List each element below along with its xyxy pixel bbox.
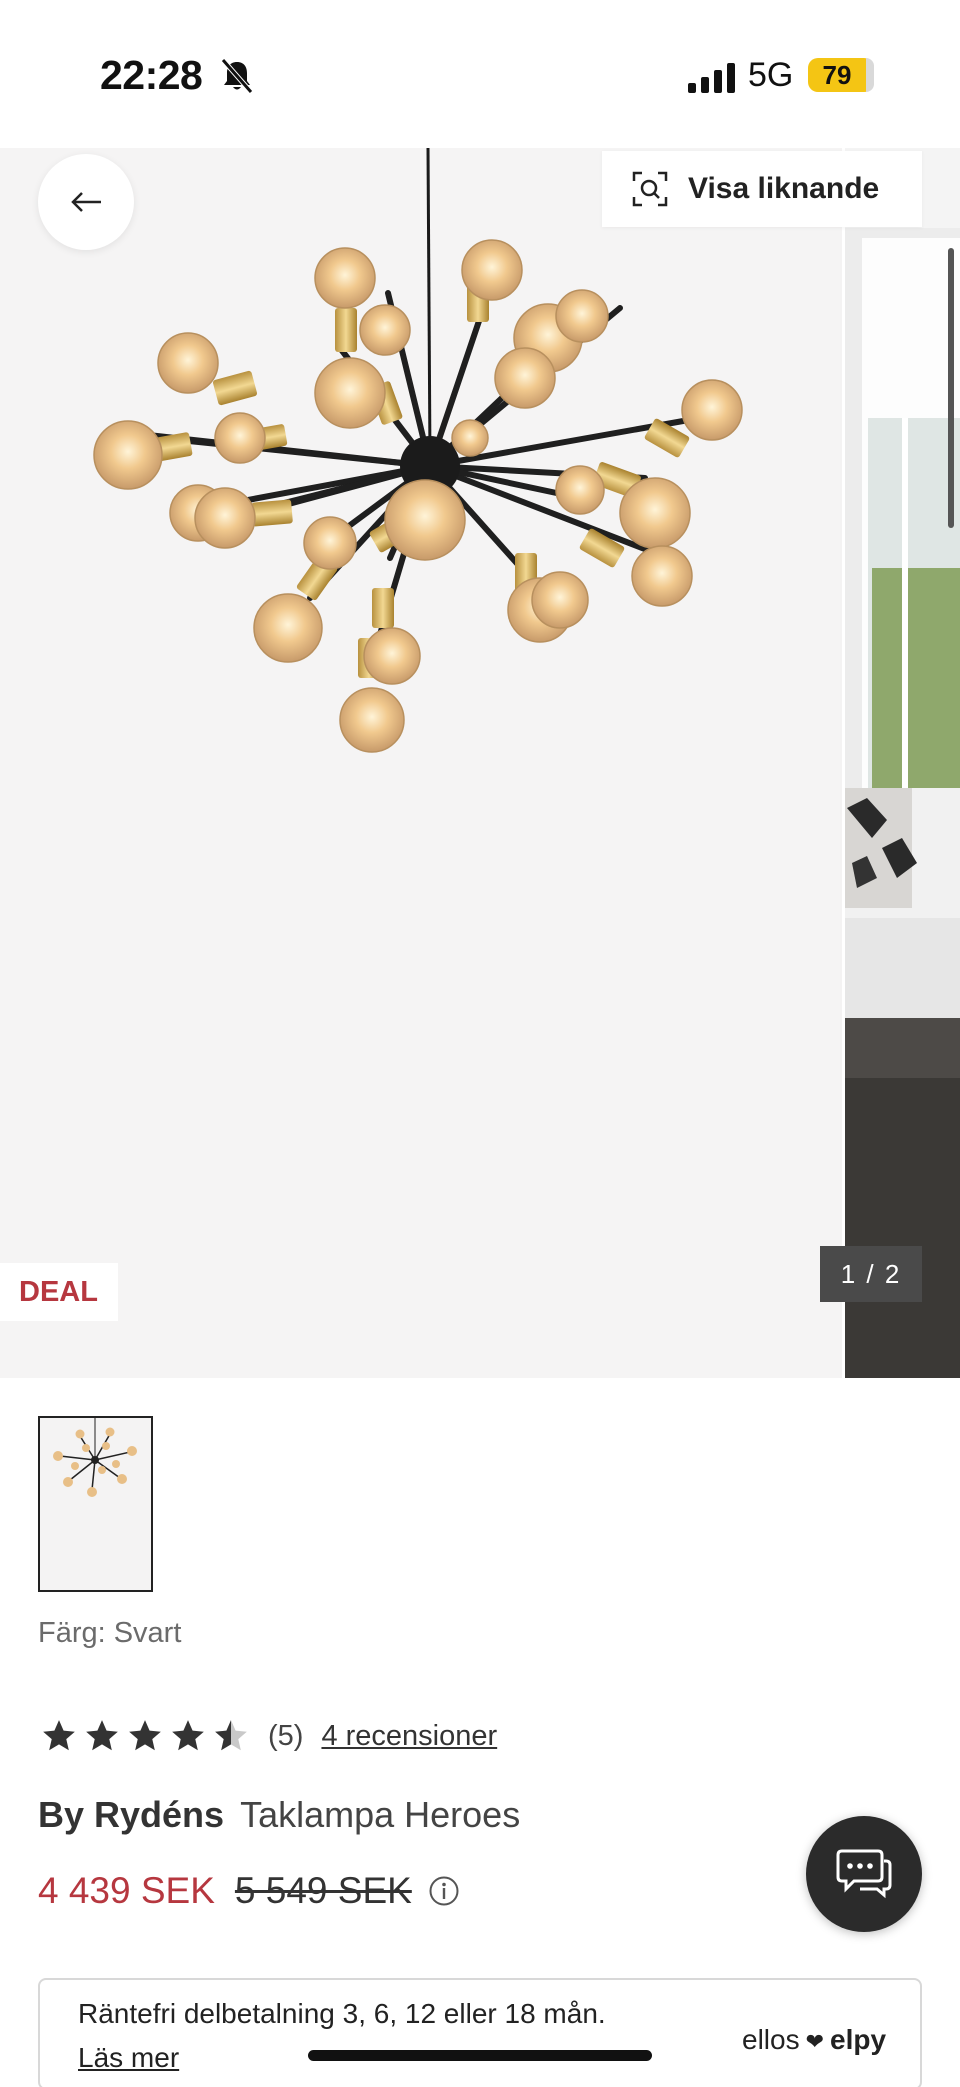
- home-indicator[interactable]: [308, 2050, 652, 2061]
- sale-price: 4 439 SEK: [38, 1870, 215, 1911]
- show-similar-label: Visa liknande: [688, 172, 880, 205]
- product-main-image[interactable]: [0, 148, 840, 1378]
- status-time: 22:28: [100, 52, 203, 98]
- network-label: 5G: [748, 56, 794, 94]
- star-full-icon: [86, 1720, 118, 1751]
- product-name: Taklampa Heroes: [240, 1794, 521, 1835]
- product-image-gallery[interactable]: Visa liknande DEAL 1 / 2: [0, 148, 960, 1378]
- product-thumbnail[interactable]: [38, 1416, 153, 1592]
- financing-text: Räntefri delbetalning 3, 6, 12 eller 18 …: [78, 1998, 606, 2029]
- original-price: 5 549 SEK: [234, 1870, 412, 1911]
- back-button[interactable]: [38, 154, 134, 250]
- heart-icon: ❤: [805, 2029, 825, 2054]
- chat-bubbles-icon: [836, 1849, 892, 1899]
- chandelier-illustration: [93, 148, 743, 753]
- financing-box: Räntefri delbetalning 3, 6, 12 eller 18 …: [38, 1978, 922, 2087]
- read-more-link[interactable]: Läs mer: [78, 2042, 179, 2074]
- product-rating: (5) 4 recensioner: [40, 1714, 497, 1758]
- show-similar-button[interactable]: Visa liknande: [602, 151, 922, 227]
- battery-empty-part: [866, 58, 874, 92]
- reviews-link[interactable]: 4 recensioner: [321, 1720, 497, 1753]
- battery-level: 79: [822, 60, 852, 90]
- ellos-logo-text: ellos: [742, 2024, 800, 2055]
- arrow-left-icon: [71, 192, 101, 212]
- chat-button[interactable]: [806, 1816, 922, 1932]
- status-bar: 22:28 5G 79: [0, 0, 960, 148]
- info-icon[interactable]: [428, 1875, 460, 1907]
- star-full-icon: [129, 1720, 161, 1751]
- color-selection: Färg: Svart: [38, 1617, 181, 1650]
- thumbnail-image: [53, 1418, 137, 1497]
- star-full-icon: [43, 1720, 75, 1751]
- rating-count: (5): [268, 1719, 304, 1752]
- elpy-logo-text: elpy: [830, 2024, 887, 2055]
- next-product-image-preview[interactable]: [842, 148, 960, 1378]
- bell-slash-icon: [221, 58, 253, 94]
- rating-stars: [40, 1717, 250, 1755]
- star-full-icon: [172, 1720, 204, 1751]
- color-label: Färg:: [38, 1617, 106, 1649]
- price-row: 4 439 SEK 5 549 SEK: [38, 1870, 460, 1912]
- battery-indicator: 79: [808, 58, 874, 92]
- visual-search-icon: [632, 171, 668, 207]
- deal-badge: DEAL: [0, 1263, 118, 1321]
- room-interior-illustration: [842, 148, 960, 1378]
- image-counter: 1 / 2: [820, 1246, 922, 1302]
- color-value: Svart: [113, 1617, 182, 1649]
- ellos-elpy-logo: ellos ❤ elpy: [742, 2024, 886, 2056]
- product-brand[interactable]: By Rydéns: [38, 1794, 224, 1835]
- signal-icon: [688, 63, 735, 93]
- product-title: By Rydéns Taklampa Heroes: [38, 1794, 520, 1836]
- star-half-icon: [215, 1720, 247, 1751]
